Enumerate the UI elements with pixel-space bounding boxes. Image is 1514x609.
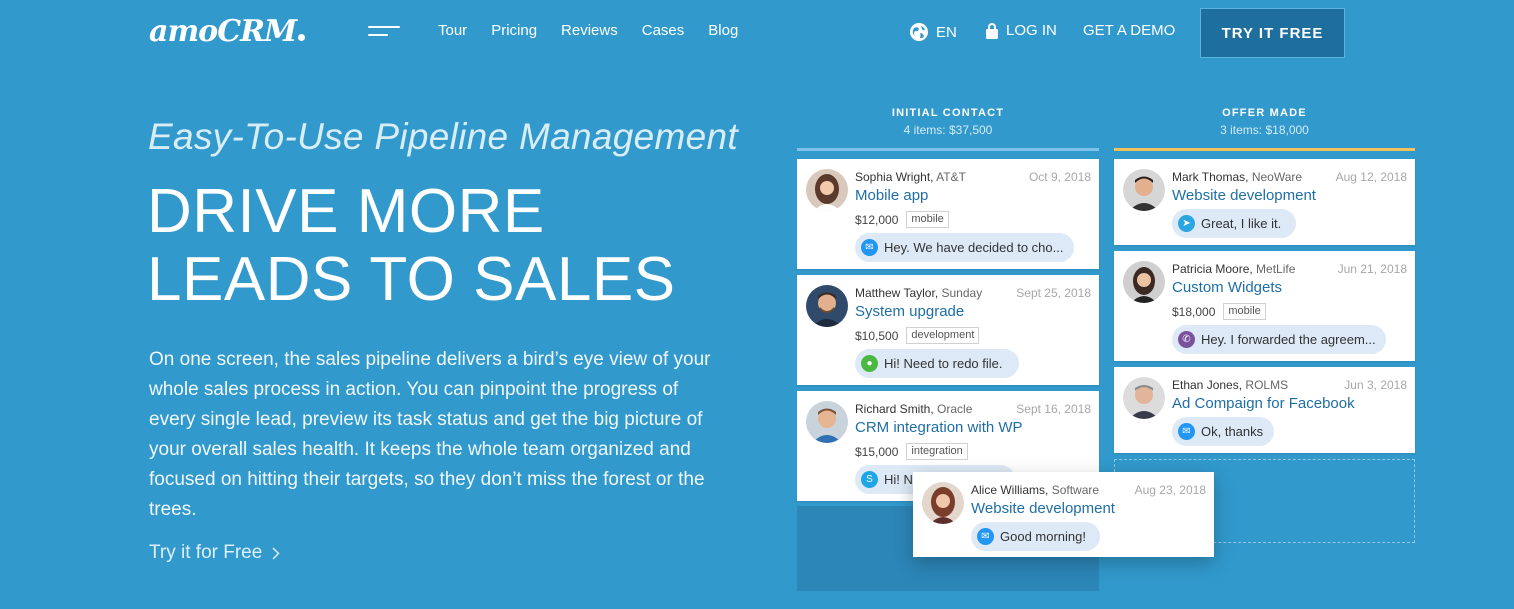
deal-title[interactable]: Mobile app [855, 187, 928, 204]
deal-title[interactable]: System upgrade [855, 303, 964, 320]
lead-card[interactable]: Sophia Wright, AT&T Oct 9, 2018 Mobile a… [797, 159, 1099, 269]
deal-tag: mobile [1223, 303, 1266, 320]
nav-link-cases[interactable]: Cases [642, 22, 685, 39]
lead-date: Aug 12, 2018 [1335, 170, 1407, 184]
globe-icon [910, 23, 928, 41]
contact-name: Ethan Jones, ROLMS [1172, 378, 1289, 392]
last-message[interactable]: ✉ Ok, thanks [1172, 417, 1274, 446]
contact-name: Matthew Taylor, Sunday [855, 286, 983, 300]
contact-name: Sophia Wright, AT&T [855, 170, 966, 184]
nav-link-blog[interactable]: Blog [708, 22, 738, 39]
hamburger-menu-icon[interactable] [368, 24, 400, 40]
last-message[interactable]: ✆ Hey. I forwarded the agreem... [1172, 325, 1386, 354]
column-title: INITIAL CONTACT [891, 107, 1005, 119]
deal-tag: development [906, 327, 980, 344]
deal-price: $12,000 mobile [855, 211, 949, 228]
deal-title[interactable]: CRM integration with WP [855, 419, 1023, 436]
column-summary: 3 items: $18,000 [1220, 123, 1309, 137]
deal-tag: mobile [906, 211, 949, 228]
lead-card[interactable]: Ethan Jones, ROLMS Jun 3, 2018 Ad Compai… [1114, 367, 1415, 453]
column-summary: 4 items: $37,500 [903, 123, 993, 137]
column-header-initial-contact: INITIAL CONTACT 4 items: $37,500 [797, 107, 1099, 137]
column-header-offer-made: OFFER MADE 3 items: $18,000 [1114, 107, 1415, 137]
deal-tag: integration [906, 443, 968, 460]
column-title: OFFER MADE [1222, 107, 1307, 119]
headline-line-2: LEADS TO SALES [147, 245, 676, 314]
headline-line-1: DRIVE MORE [147, 177, 545, 246]
wechat-icon: ● [861, 355, 878, 372]
lead-date: Aug 23, 2018 [1134, 483, 1206, 497]
lead-date: Oct 9, 2018 [1028, 170, 1091, 184]
contact-name: Richard Smith, Oracle [855, 402, 973, 416]
lead-date: Sept 16, 2018 [1016, 402, 1091, 416]
try-for-free-link[interactable]: Try it for Free [149, 542, 280, 564]
chevron-right-icon [272, 546, 280, 560]
avatar [1123, 261, 1165, 303]
login-label: LOG IN [1006, 22, 1057, 39]
avatar [806, 401, 848, 443]
lead-date: Jun 21, 2018 [1337, 262, 1407, 276]
language-label: EN [936, 23, 957, 41]
contact-name: Mark Thomas, NeoWare [1172, 170, 1303, 184]
avatar [1123, 377, 1165, 419]
avatar [922, 482, 964, 524]
hero-subtitle: Easy-To-Use Pipeline Management [148, 116, 738, 157]
get-demo-link[interactable]: GET A DEMO [1083, 22, 1175, 39]
amocrm-logo[interactable]: amoCRM [149, 14, 306, 49]
last-message[interactable]: ● Hi! Need to redo file. [855, 349, 1019, 378]
viber-icon: ✆ [1178, 331, 1195, 348]
lead-card[interactable]: Patricia Moore, MetLife Jun 21, 2018 Cus… [1114, 251, 1415, 361]
deal-price: $18,000 mobile [1172, 303, 1266, 320]
deal-title[interactable]: Website development [971, 500, 1115, 517]
column-bar-offer-made [1114, 148, 1415, 151]
dragged-lead-card[interactable]: Alice Williams, Software Aug 23, 2018 We… [913, 472, 1214, 557]
deal-title[interactable]: Ad Compaign for Facebook [1172, 395, 1355, 412]
messenger-icon: ✉ [977, 528, 994, 545]
lock-icon [986, 23, 998, 39]
nav-link-reviews[interactable]: Reviews [561, 22, 618, 39]
avatar [806, 285, 848, 327]
skype-icon: S [861, 471, 878, 488]
main-menu: Tour Pricing Reviews Cases Blog [438, 22, 738, 39]
nav-link-tour[interactable]: Tour [438, 22, 467, 39]
deal-price: $10,500 development [855, 327, 980, 344]
last-message[interactable]: ➤ Great, I like it. [1172, 209, 1296, 238]
language-selector[interactable]: EN [909, 22, 957, 42]
messenger-icon: ✉ [1178, 423, 1195, 440]
contact-name: Patricia Moore, MetLife [1172, 262, 1296, 276]
deal-title[interactable]: Website development [1172, 187, 1316, 204]
lead-card[interactable]: Mark Thomas, NeoWare Aug 12, 2018 Websit… [1114, 159, 1415, 245]
lead-date: Sept 25, 2018 [1016, 286, 1091, 300]
hero-headline: DRIVE MORE LEADS TO SALES [147, 178, 676, 314]
hero-description: On one screen, the sales pipeline delive… [149, 349, 711, 520]
top-navigation: amoCRM Tour Pricing Reviews Cases Blog E… [0, 0, 1514, 64]
contact-name: Alice Williams, Software [971, 483, 1100, 497]
try-it-free-button[interactable]: TRY IT FREE [1200, 8, 1345, 58]
avatar [806, 169, 848, 211]
column-bar-initial-contact [797, 148, 1099, 151]
lead-date: Jun 3, 2018 [1344, 378, 1407, 392]
login-link[interactable]: LOG IN [985, 22, 1057, 39]
deal-title[interactable]: Custom Widgets [1172, 279, 1282, 296]
lead-card[interactable]: Matthew Taylor, Sunday Sept 25, 2018 Sys… [797, 275, 1099, 385]
nav-link-pricing[interactable]: Pricing [491, 22, 537, 39]
telegram-icon: ➤ [1178, 215, 1195, 232]
avatar [1123, 169, 1165, 211]
last-message[interactable]: ✉ Good morning! [971, 522, 1100, 551]
deal-price: $15,000 integration [855, 443, 968, 460]
cta-label: Try it for Free [149, 542, 263, 563]
last-message[interactable]: ✉ Hey. We have decided to cho... [855, 233, 1074, 262]
messenger-icon: ✉ [861, 239, 878, 256]
